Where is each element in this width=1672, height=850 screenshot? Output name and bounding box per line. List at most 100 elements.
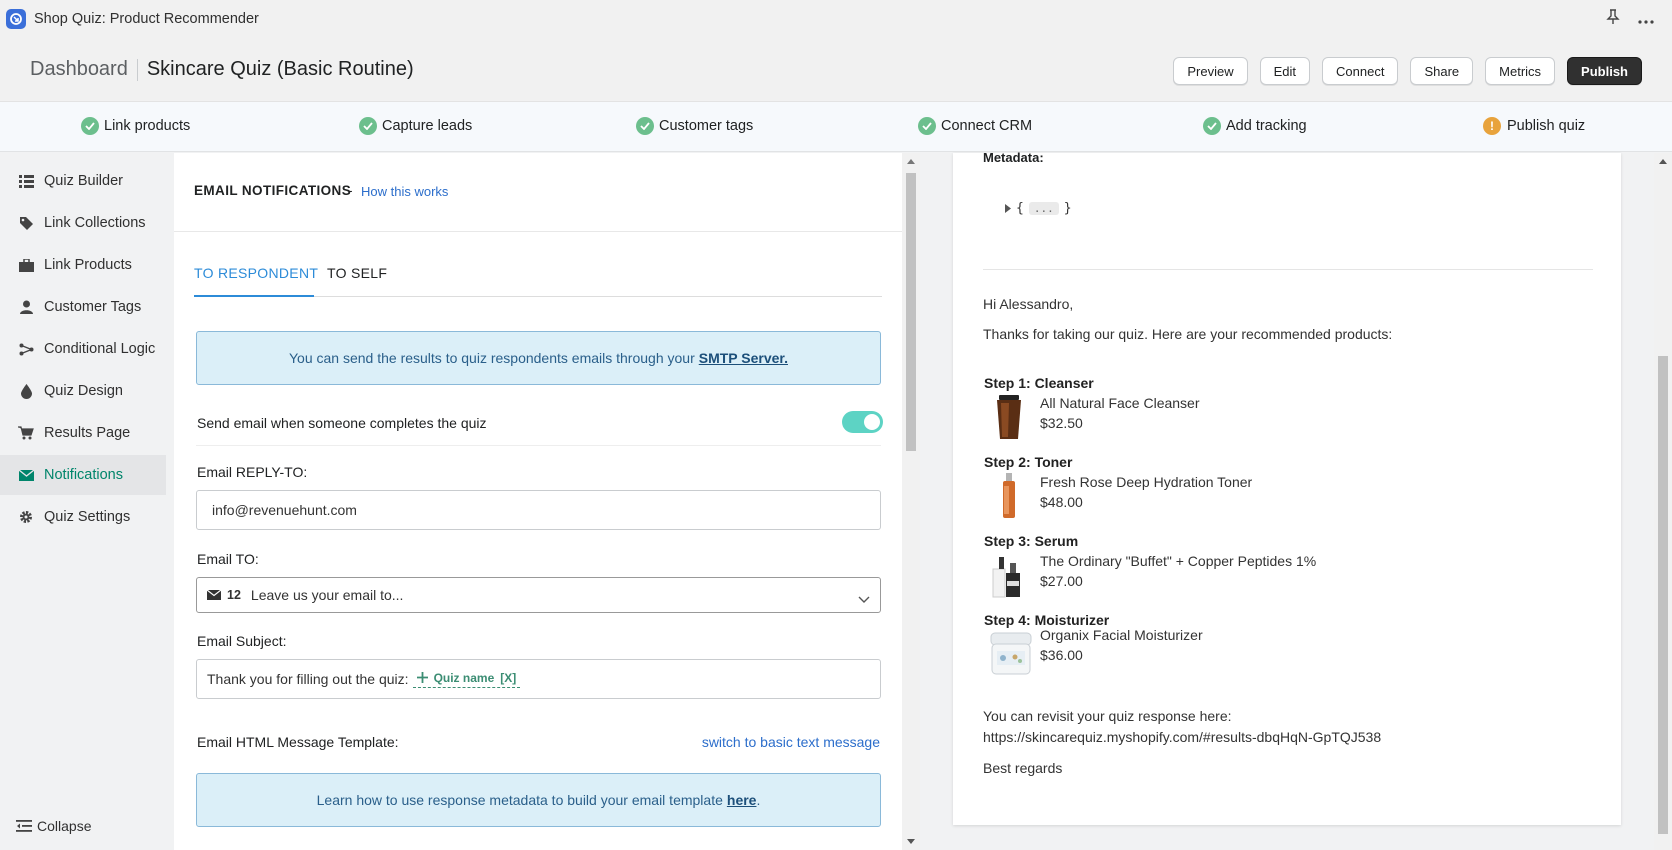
connect-button[interactable]: Connect <box>1322 57 1399 85</box>
more-options-icon[interactable] <box>1638 11 1654 27</box>
page-header: Dashboard Skincare Quiz (Basic Routine) … <box>0 38 1672 102</box>
scrollbar-thumb[interactable] <box>906 173 916 451</box>
collapse-label: Collapse <box>37 818 92 834</box>
sidebar-item-quiz-settings[interactable]: Quiz Settings <box>0 497 166 537</box>
revisit-text: You can revisit your quiz response here: <box>983 708 1232 724</box>
smtp-server-link[interactable]: SMTP Server. <box>699 350 788 366</box>
product-name: All Natural Face Cleanser <box>1040 395 1200 411</box>
product-price: $48.00 <box>1040 494 1083 510</box>
revisit-url[interactable]: https://skincarequiz.myshopify.com/#resu… <box>983 729 1381 745</box>
window-titlebar: Shop Quiz: Product Recommender <box>0 0 1672 38</box>
metadata-object[interactable]: { ... } <box>1005 201 1072 216</box>
sidebar-item-quiz-builder[interactable]: Quiz Builder <box>0 161 166 201</box>
user-icon <box>18 299 34 315</box>
tab-to-respondent[interactable]: TO RESPONDENT <box>194 265 318 281</box>
app-title: Shop Quiz: Product Recommender <box>34 11 259 27</box>
smtp-info-box: You can send the results to quiz respond… <box>196 331 881 385</box>
sidebar: Quiz Builder Link Collections Link Produ… <box>0 153 174 850</box>
check-circle-icon <box>81 117 99 135</box>
check-circle-icon <box>1203 117 1221 135</box>
metadata-info-text: Learn how to use response metadata to bu… <box>316 792 723 808</box>
share-button[interactable]: Share <box>1410 57 1474 85</box>
sidebar-item-notifications[interactable]: Notifications <box>0 455 166 495</box>
sidebar-item-customer-tags[interactable]: Customer Tags <box>0 287 166 327</box>
sidebar-item-link-collections[interactable]: Link Collections <box>0 203 166 243</box>
sidebar-item-link-products[interactable]: Link Products <box>0 245 166 285</box>
scrollbar-thumb[interactable] <box>1658 356 1668 834</box>
gear-icon <box>18 509 34 525</box>
preview-button[interactable]: Preview <box>1173 57 1248 85</box>
sidebar-item-results-page[interactable]: Results Page <box>0 413 166 453</box>
step-publish-quiz[interactable]: ! Publish quiz <box>1483 117 1585 135</box>
switch-text-message-link[interactable]: switch to basic text message <box>702 734 880 750</box>
brace-close: } <box>1063 201 1072 216</box>
reply-to-input[interactable]: info@revenuehunt.com <box>196 490 881 530</box>
preview-scrollbar[interactable] <box>1654 153 1672 850</box>
divider <box>174 231 902 232</box>
metadata-label: Metadata: <box>983 150 1044 165</box>
step-capture-leads[interactable]: Capture leads <box>359 117 472 135</box>
subject-text: Thank you for filling out the quiz: <box>207 671 409 687</box>
how-this-works-link[interactable]: How this works <box>361 184 448 199</box>
email-subject-label: Email Subject: <box>197 633 287 649</box>
tab-to-self[interactable]: TO SELF <box>327 265 387 281</box>
sidebar-item-quiz-design[interactable]: Quiz Design <box>0 371 166 411</box>
reply-to-label: Email REPLY-TO: <box>197 464 308 480</box>
step-link-products[interactable]: Link products <box>81 117 190 135</box>
cleanser-product-image <box>989 393 1029 441</box>
metadata-info-box: Learn how to use response metadata to bu… <box>196 773 881 827</box>
scroll-up-arrow-icon[interactable] <box>1659 159 1667 164</box>
product-step-title: Step 1: Cleanser <box>984 375 1094 391</box>
check-circle-icon <box>918 117 936 135</box>
step-label: Link products <box>104 118 191 134</box>
check-circle-icon <box>636 117 654 135</box>
email-to-value: Leave us your email to... <box>250 587 404 603</box>
email-preview-card: Metadata: { ... } Hi Alessandro, Thanks … <box>953 150 1621 825</box>
email-to-label: Email TO: <box>197 551 259 567</box>
warning-icon: ! <box>1483 117 1501 135</box>
step-label: Customer tags <box>659 118 754 134</box>
edit-button[interactable]: Edit <box>1259 57 1311 85</box>
question-number: 12 <box>227 588 241 602</box>
caret-right-icon[interactable] <box>1005 204 1011 213</box>
collapsed-dots: ... <box>1028 202 1059 215</box>
tag-remove[interactable]: [X] <box>500 671 516 685</box>
branch-icon <box>18 341 34 357</box>
send-email-toggle[interactable] <box>842 411 883 433</box>
quiz-name-tag[interactable]: Quiz name [X] <box>412 670 521 688</box>
scroll-up-arrow-icon[interactable] <box>907 159 915 164</box>
section-title: EMAIL NOTIFICATIONS <box>194 183 352 198</box>
chevron-down-icon <box>858 591 870 607</box>
list-icon <box>18 173 34 189</box>
metadata-help-link[interactable]: here <box>727 792 757 808</box>
divider <box>196 445 881 446</box>
step-connect-crm[interactable]: Connect CRM <box>918 117 1032 135</box>
collapse-icon <box>16 820 32 832</box>
moisturizer-product-image <box>989 629 1033 677</box>
publish-button[interactable]: Publish <box>1567 57 1642 85</box>
check-circle-icon <box>359 117 377 135</box>
product-step-title: Step 2: Toner <box>984 454 1073 470</box>
step-add-tracking[interactable]: Add tracking <box>1203 117 1307 135</box>
collapse-button[interactable]: Collapse <box>16 818 91 834</box>
toner-product-image <box>989 472 1029 520</box>
metrics-button[interactable]: Metrics <box>1485 57 1556 85</box>
sidebar-item-label: Quiz Builder <box>44 173 123 189</box>
email-subject-input[interactable]: Thank you for filling out the quiz: Quiz… <box>196 659 881 699</box>
step-label: Add tracking <box>1226 118 1307 134</box>
breadcrumb-dashboard[interactable]: Dashboard <box>30 58 128 81</box>
product-price: $36.00 <box>1040 647 1083 663</box>
scroll-down-arrow-icon[interactable] <box>907 839 915 844</box>
email-to-select[interactable]: 12 Leave us your email to... <box>196 577 881 613</box>
sidebar-item-conditional-logic[interactable]: Conditional Logic <box>0 329 166 369</box>
product-name: Fresh Rose Deep Hydration Toner <box>1040 474 1253 490</box>
title-separator: - <box>348 183 353 198</box>
step-customer-tags[interactable]: Customer tags <box>636 117 753 135</box>
product-step-title: Step 4: Moisturizer <box>984 612 1110 628</box>
middle-scrollbar[interactable] <box>902 153 920 850</box>
page-title: Skincare Quiz (Basic Routine) <box>146 58 414 80</box>
sidebar-item-label: Quiz Design <box>44 383 123 399</box>
pin-icon[interactable] <box>1606 9 1620 28</box>
sidebar-item-label: Notifications <box>44 467 123 483</box>
tag-label: Quiz name <box>433 670 495 685</box>
